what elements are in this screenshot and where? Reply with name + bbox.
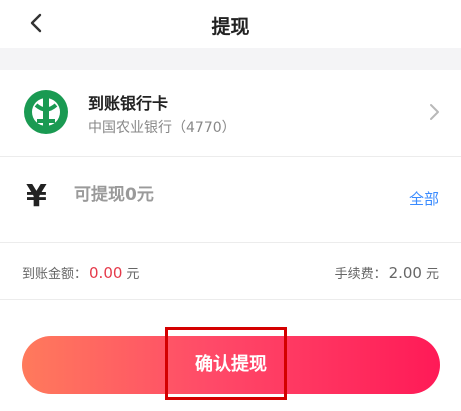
page-title: 提现 bbox=[211, 16, 250, 38]
service-fee: 手续费： 2.00 元 bbox=[335, 263, 439, 282]
arrival-amount-unit: 元 bbox=[126, 267, 140, 282]
chevron-right-icon bbox=[430, 104, 439, 120]
service-fee-value: 2.00 bbox=[388, 264, 422, 282]
service-fee-label: 手续费： bbox=[334, 267, 387, 282]
withdraw-all-link[interactable]: 全部 bbox=[409, 188, 439, 209]
bank-card-title: 到账银行卡 bbox=[88, 94, 169, 113]
highlight-box bbox=[165, 327, 287, 400]
bank-card-selector[interactable]: 到账银行卡 中国农业银行（4770） bbox=[0, 70, 461, 156]
divider bbox=[0, 299, 461, 300]
service-fee-unit: 元 bbox=[425, 267, 439, 282]
section-divider bbox=[0, 48, 461, 70]
amount-row: ¥ 全部 bbox=[0, 157, 461, 241]
amount-input[interactable] bbox=[74, 185, 374, 205]
arrival-amount: 到账金额： 0.00 元 bbox=[22, 263, 139, 282]
bank-card-subtitle: 中国农业银行（4770） bbox=[88, 120, 236, 136]
fee-info-row: 到账金额： 0.00 元 手续费： 2.00 元 bbox=[0, 243, 461, 299]
arrival-amount-value: 0.00 bbox=[89, 264, 123, 282]
top-bar: 提现 bbox=[0, 0, 461, 48]
yen-icon: ¥ bbox=[26, 179, 47, 214]
arrival-amount-label: 到账金额： bbox=[22, 267, 88, 282]
abc-bank-logo-icon bbox=[24, 90, 68, 134]
